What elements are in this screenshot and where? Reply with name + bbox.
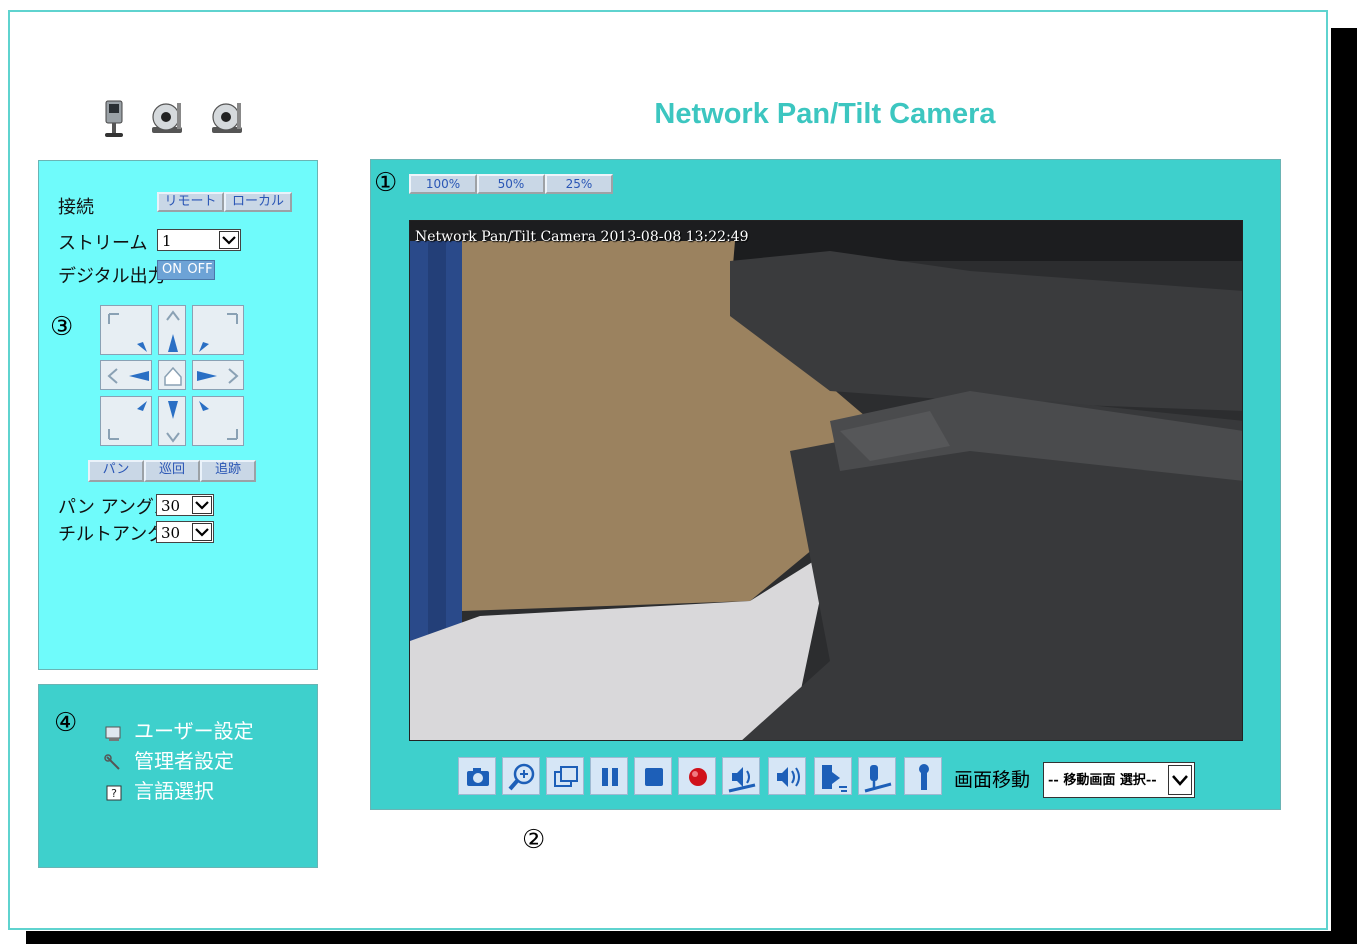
connection-label: 接続	[58, 197, 94, 218]
microphone-button[interactable]	[858, 757, 896, 795]
menu-item-label: ユーザー設定	[134, 719, 254, 743]
snapshot-icon	[467, 768, 489, 786]
chevron-down-icon	[1168, 765, 1192, 795]
section-marker-3: ③	[50, 312, 74, 342]
menu-item-admin-settings[interactable]: 管理者設定	[104, 745, 234, 774]
camera-image	[410, 221, 1242, 740]
local-button[interactable]: ローカル	[224, 192, 292, 212]
menu-item-label: 言語選択	[134, 779, 214, 803]
speaker-button[interactable]	[722, 757, 760, 795]
chevron-down-icon	[192, 496, 212, 514]
digital-output-on[interactable]: ON	[158, 261, 186, 279]
ptz-home-button[interactable]	[158, 360, 186, 390]
talk-icon	[822, 765, 847, 792]
patrol-button[interactable]: 巡回	[144, 460, 200, 482]
pause-button[interactable]	[590, 757, 628, 795]
box-camera-icon[interactable]	[96, 97, 138, 141]
microphone-icon	[864, 765, 892, 793]
svg-text:?: ?	[111, 787, 117, 800]
record-button[interactable]	[678, 757, 716, 795]
microphone-off-button[interactable]	[904, 757, 942, 795]
stream-label: ストリーム	[58, 233, 148, 254]
fullscreen-button[interactable]	[546, 757, 584, 795]
zoom-in-button[interactable]	[502, 757, 540, 795]
ptz-camera-icon[interactable]	[146, 97, 188, 141]
digital-output-toggle[interactable]: ON OFF	[157, 260, 215, 280]
screen-move-label: 画面移動	[954, 769, 1031, 791]
window-shadow-right	[1331, 28, 1357, 944]
menu-item-label: 管理者設定	[134, 749, 234, 773]
chevron-down-icon	[192, 523, 212, 541]
video-timestamp-overlay: Network Pan/Tilt Camera 2013-08-08 13:22…	[415, 229, 749, 245]
ptz-left-button[interactable]	[100, 360, 152, 390]
user-settings-icon	[105, 726, 121, 741]
size-25-button[interactable]: 25%	[545, 174, 613, 194]
section-marker-2: ②	[522, 825, 546, 855]
stream-select-value: 1	[162, 232, 172, 250]
talk-button[interactable]	[814, 757, 852, 795]
stop-icon	[645, 768, 663, 786]
microphone-off-icon	[919, 764, 929, 790]
tilt-angle-value: 30	[161, 524, 181, 542]
section-marker-1: ①	[374, 168, 398, 198]
pan-angle-select[interactable]: 30	[156, 494, 214, 516]
ptz-up-button[interactable]	[158, 305, 186, 355]
volume-icon	[777, 767, 800, 787]
pause-icon	[602, 768, 618, 786]
page-title: Network Pan/Tilt Camera	[654, 98, 996, 130]
window-shadow-bottom	[26, 931, 1357, 944]
volume-button[interactable]	[768, 757, 806, 795]
pan-angle-value: 30	[161, 497, 181, 515]
speaker-icon	[728, 767, 756, 793]
pan-angle-label: パン アングル	[58, 497, 172, 518]
remote-button[interactable]: リモート	[157, 192, 224, 212]
ptz-right-button[interactable]	[192, 360, 244, 390]
menu-item-language[interactable]: ? 言語選択	[104, 775, 214, 804]
ptz-down-right-button[interactable]	[192, 396, 244, 446]
menu-item-user-settings[interactable]: ユーザー設定	[104, 715, 254, 744]
ptz-down-left-button[interactable]	[100, 396, 152, 446]
chevron-down-icon	[219, 231, 239, 249]
pan-button[interactable]: パン	[88, 460, 144, 482]
live-video-feed[interactable]	[409, 220, 1243, 741]
track-button[interactable]: 追跡	[200, 460, 256, 482]
zoom-in-icon	[508, 763, 535, 791]
section-marker-4: ④	[54, 708, 78, 738]
stream-select[interactable]: 1	[157, 229, 241, 251]
screen-move-select[interactable]: -- 移動画面 選択--	[1043, 762, 1195, 798]
ptz-down-button[interactable]	[158, 396, 186, 446]
record-icon	[689, 768, 707, 786]
digital-output-label: デジタル出力	[58, 266, 166, 287]
size-100-button[interactable]: 100%	[409, 174, 477, 194]
ptz-up-right-button[interactable]	[192, 305, 244, 355]
tilt-angle-select[interactable]: 30	[156, 521, 214, 543]
size-50-button[interactable]: 50%	[477, 174, 545, 194]
digital-output-off[interactable]: OFF	[186, 261, 214, 279]
ptz-camera-icon[interactable]	[206, 97, 248, 141]
admin-settings-icon	[104, 753, 120, 770]
stop-button[interactable]	[634, 757, 672, 795]
snapshot-button[interactable]	[458, 757, 496, 795]
fullscreen-icon	[554, 766, 578, 787]
ptz-up-left-button[interactable]	[100, 305, 152, 355]
language-help-icon: ?	[106, 785, 122, 800]
screen-move-value: -- 移動画面 選択--	[1048, 773, 1157, 788]
